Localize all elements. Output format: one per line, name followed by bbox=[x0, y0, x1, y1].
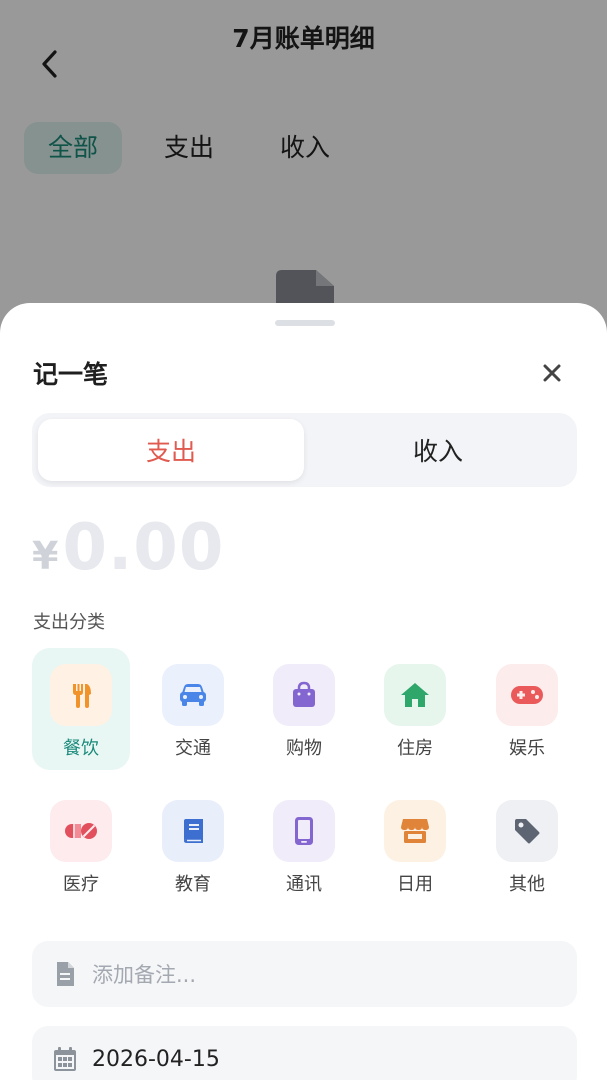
shopping-bag-icon bbox=[293, 681, 315, 707]
category-icon-box bbox=[50, 800, 112, 862]
category-section-label: 支出分类 bbox=[33, 612, 105, 633]
category-name: 购物 bbox=[286, 738, 322, 759]
category-icon-box bbox=[384, 664, 446, 726]
category-daily[interactable]: 日用 bbox=[366, 784, 464, 906]
category-other[interactable]: 其他 bbox=[478, 784, 576, 906]
phone-icon bbox=[295, 817, 313, 845]
category-transport[interactable]: 交通 bbox=[144, 648, 242, 770]
close-button[interactable] bbox=[536, 357, 568, 389]
category-name: 通讯 bbox=[286, 874, 322, 895]
pills-icon bbox=[65, 823, 97, 839]
category-name: 餐饮 bbox=[63, 738, 99, 759]
category-entertainment[interactable]: 娱乐 bbox=[478, 648, 576, 770]
category-housing[interactable]: 住房 bbox=[366, 648, 464, 770]
add-record-sheet: 记一笔 支出 收入 ¥ 0.00 支出分类 餐饮 交通 购物 住房 娱乐 医疗 … bbox=[0, 303, 607, 1080]
category-dining[interactable]: 餐饮 bbox=[32, 648, 130, 770]
store-icon bbox=[401, 819, 429, 843]
tag-icon bbox=[515, 819, 540, 844]
house-icon bbox=[401, 683, 429, 707]
category-name: 交通 bbox=[175, 738, 211, 759]
category-medical[interactable]: 医疗 bbox=[32, 784, 130, 906]
category-name: 教育 bbox=[175, 874, 211, 895]
currency-symbol: ¥ bbox=[32, 534, 59, 578]
category-communication[interactable]: 通讯 bbox=[255, 784, 353, 906]
book-icon bbox=[184, 819, 203, 843]
category-education[interactable]: 教育 bbox=[144, 784, 242, 906]
expense-toggle-button[interactable]: 支出 bbox=[38, 419, 304, 481]
category-name: 医疗 bbox=[63, 874, 99, 895]
note-field[interactable]: 添加备注... bbox=[32, 941, 577, 1007]
gamepad-icon bbox=[511, 686, 543, 704]
date-value: 2026-04-15 bbox=[92, 1046, 220, 1072]
category-icon-box bbox=[162, 800, 224, 862]
amount-value: 0.00 bbox=[62, 511, 225, 585]
category-icon-box bbox=[273, 664, 335, 726]
sheet-title: 记一笔 bbox=[33, 360, 109, 389]
category-icon-box bbox=[273, 800, 335, 862]
category-icon-box bbox=[496, 664, 558, 726]
date-field[interactable]: 2026-04-15 bbox=[32, 1026, 577, 1080]
category-name: 娱乐 bbox=[509, 738, 545, 759]
category-shopping[interactable]: 购物 bbox=[255, 648, 353, 770]
category-icon-box bbox=[50, 664, 112, 726]
type-toggle: 支出 收入 bbox=[32, 413, 577, 487]
category-name: 其他 bbox=[509, 874, 545, 895]
utensils-icon bbox=[73, 684, 91, 708]
close-icon bbox=[543, 364, 561, 382]
amount-input[interactable]: ¥ 0.00 bbox=[32, 511, 224, 585]
category-name: 住房 bbox=[397, 738, 433, 759]
document-icon bbox=[52, 961, 78, 987]
income-toggle-button[interactable]: 收入 bbox=[305, 419, 571, 481]
calendar-icon bbox=[52, 1046, 78, 1072]
category-icon-box bbox=[384, 800, 446, 862]
car-icon bbox=[180, 684, 206, 706]
sheet-grabber[interactable] bbox=[275, 320, 335, 326]
category-name: 日用 bbox=[397, 874, 433, 895]
note-placeholder: 添加备注... bbox=[92, 963, 197, 987]
category-icon-box bbox=[162, 664, 224, 726]
category-icon-box bbox=[496, 800, 558, 862]
